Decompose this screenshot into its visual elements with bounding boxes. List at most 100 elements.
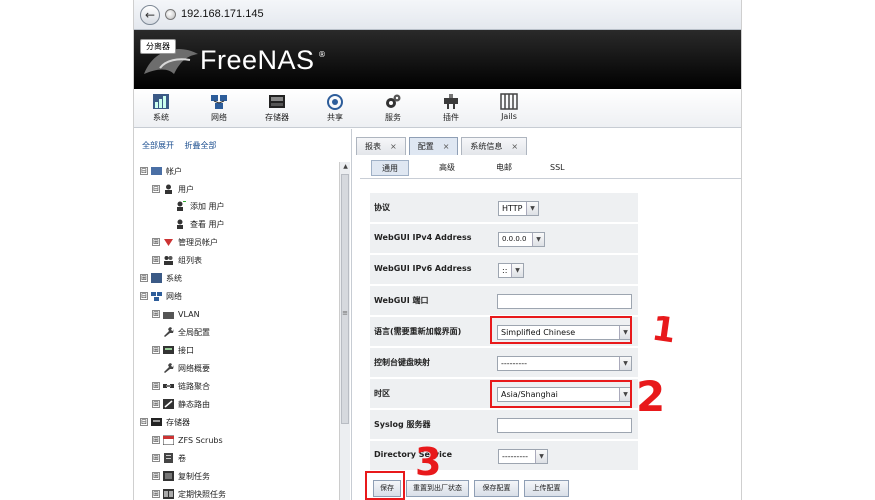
tree-item-network-summary[interactable]: 网络概要 [163,361,210,375]
scrollbar-grip-icon: ≡ [342,309,348,317]
tree-item-add-user[interactable]: 添加 用户 [175,199,225,213]
tree-item-accounts[interactable]: ⊟ 帐户 [140,164,182,178]
protocol-select[interactable]: HTTP ▼ [498,201,539,216]
subtab-advanced[interactable]: 高级 [439,160,455,176]
tree-item-static-routes[interactable]: ⊞ 静态路由 [152,397,210,411]
expand-toggle-icon[interactable]: ⊞ [152,436,160,444]
expand-toggle-icon[interactable]: ⊞ [152,346,160,354]
tree-item-link-aggregation[interactable]: ⊞ 链路聚合 [152,379,210,393]
row-protocol: 协议 HTTP ▼ [370,193,638,223]
syslog-input[interactable] [497,418,632,433]
sidebar-scrollbar[interactable]: ▲ ≡ [339,162,350,500]
close-icon[interactable]: × [443,142,450,151]
tree-item-system[interactable]: ⊞ 系统 [140,271,182,285]
tree-item-volumes[interactable]: ⊞ 卷 [152,451,186,465]
toolbar-network-button[interactable]: 网络 [199,93,239,123]
tree-item-groups[interactable]: ⊞ 组列表 [152,253,202,267]
sharing-icon [327,94,343,110]
ipv4-select[interactable]: 0.0.0.0 ▼ [498,232,545,247]
tab-bar: 报表 × 配置 × 系统信息 × [353,137,528,155]
subtab-ssl[interactable]: SSL [550,160,565,176]
field-label: 协议 [374,203,390,212]
toolbar-system-button[interactable]: 系统 [141,93,181,123]
tab-system-info[interactable]: 系统信息 × [461,137,528,155]
field-label: WebGUI IPv4 Address [374,233,472,242]
network-icon [151,292,162,301]
toolbar-label: 网络 [211,113,227,122]
toolbar-jails-button[interactable]: Jails [489,93,529,121]
plugin-icon [444,94,458,109]
tree-item-replication[interactable]: ⊞ 复制任务 [152,469,210,483]
port-input[interactable] [497,294,632,309]
collapse-toggle-icon[interactable]: ⊟ [152,185,160,193]
accounts-icon [151,167,162,175]
directory-service-select[interactable]: --------- ▼ [498,449,548,464]
tree-item-zfs-scrubs[interactable]: ⊞ ZFS Scrubs [152,433,223,447]
tab-settings[interactable]: 配置 × [408,137,459,155]
console-keymap-select[interactable]: --------- ▼ [497,356,632,371]
brand-title: FreeNAS [200,45,315,75]
badge-label: 分离器 [140,39,176,54]
collapse-all-link[interactable]: 折叠全部 [185,141,217,150]
expand-toggle-icon[interactable]: ⊞ [152,256,160,264]
expand-toggle-icon[interactable]: ⊞ [152,310,160,318]
expand-toggle-icon[interactable]: ⊞ [152,238,160,246]
scroll-up-arrow-icon[interactable]: ▲ [340,162,351,172]
sidebar-panel: 全部展开 折叠全部 ⊟ 帐户 ⊟ 用户 添加 用户 查看 用户 ⊞ 管理员帐户 ⊞ 组列… [134,129,352,500]
field-label: 时区 [374,389,390,398]
wrench-icon [164,363,174,373]
settings-subtabs: 通用 高级 电邮 SSL [360,157,741,179]
row-syslog: Syslog 服务器 [370,410,638,440]
storage-icon [151,418,162,426]
toolbar-services-button[interactable]: 服务 [373,93,413,123]
url-text[interactable]: 192.168.171.145 [181,8,264,20]
tree-item-view-users[interactable]: 查看 用户 [175,217,225,231]
toolbar-plugins-button[interactable]: 插件 [431,93,471,123]
expand-toggle-icon[interactable]: ⊞ [140,274,148,282]
system-icon [151,273,162,283]
chevron-down-icon: ▼ [511,264,523,277]
browser-window: ← 192.168.171.145 分离器 FreeNAS ® 系统 网络 存储… [133,0,742,500]
expand-toggle-icon[interactable]: ⊞ [152,490,160,498]
expand-toggle-icon[interactable]: ⊞ [152,472,160,480]
close-icon[interactable]: × [511,142,518,151]
tree-item-admin-account[interactable]: ⊞ 管理员帐户 [152,235,218,249]
scrollbar-thumb[interactable] [341,174,349,424]
save-config-button[interactable]: 保存配置 [474,480,519,497]
tree-item-global-config[interactable]: 全局配置 [163,325,210,339]
chevron-down-icon: ▼ [619,357,631,370]
close-icon[interactable]: × [390,142,397,151]
tree-item-network[interactable]: ⊟ 网络 [140,289,182,303]
ipv6-select[interactable]: :: ▼ [498,263,524,278]
expand-all-link[interactable]: 全部展开 [142,141,174,150]
main-toolbar: 系统 网络 存储器 共享 服务 插件 Jails [134,89,741,128]
field-label: 控制台键盘映射 [374,358,430,367]
user-icon [165,184,172,194]
chevron-down-icon: ▼ [532,233,544,246]
expand-toggle-icon[interactable]: ⊞ [152,400,160,408]
toolbar-label: 服务 [385,113,401,122]
collapse-toggle-icon[interactable]: ⊟ [140,167,148,175]
toolbar-sharing-button[interactable]: 共享 [315,93,355,123]
tab-reports[interactable]: 报表 × [356,137,406,155]
globe-icon [165,9,176,20]
tree-item-users[interactable]: ⊟ 用户 [152,182,194,196]
tree-item-interfaces[interactable]: ⊞ 接口 [152,343,194,357]
tree-item-storage[interactable]: ⊟ 存储器 [140,415,190,429]
back-arrow-icon[interactable]: ← [140,5,160,25]
collapse-toggle-icon[interactable]: ⊟ [140,292,148,300]
expand-toggle-icon[interactable]: ⊞ [152,382,160,390]
collapse-toggle-icon[interactable]: ⊟ [140,418,148,426]
subtab-email[interactable]: 电邮 [496,160,512,176]
vlan-icon [163,312,174,319]
view-users-icon [177,219,183,229]
upload-config-button[interactable]: 上传配置 [524,480,569,497]
network-icon [211,95,227,109]
tree-controls: 全部展开 折叠全部 [142,140,225,151]
toolbar-storage-button[interactable]: 存储器 [257,93,297,123]
subtab-general[interactable]: 通用 [371,160,409,176]
tree-item-periodic-snapshots[interactable]: ⊞ 定期快照任务 [152,487,226,500]
expand-toggle-icon[interactable]: ⊞ [152,454,160,462]
annotation-number-2: 2 [636,372,666,421]
tree-item-vlan[interactable]: ⊞ VLAN [152,307,200,321]
